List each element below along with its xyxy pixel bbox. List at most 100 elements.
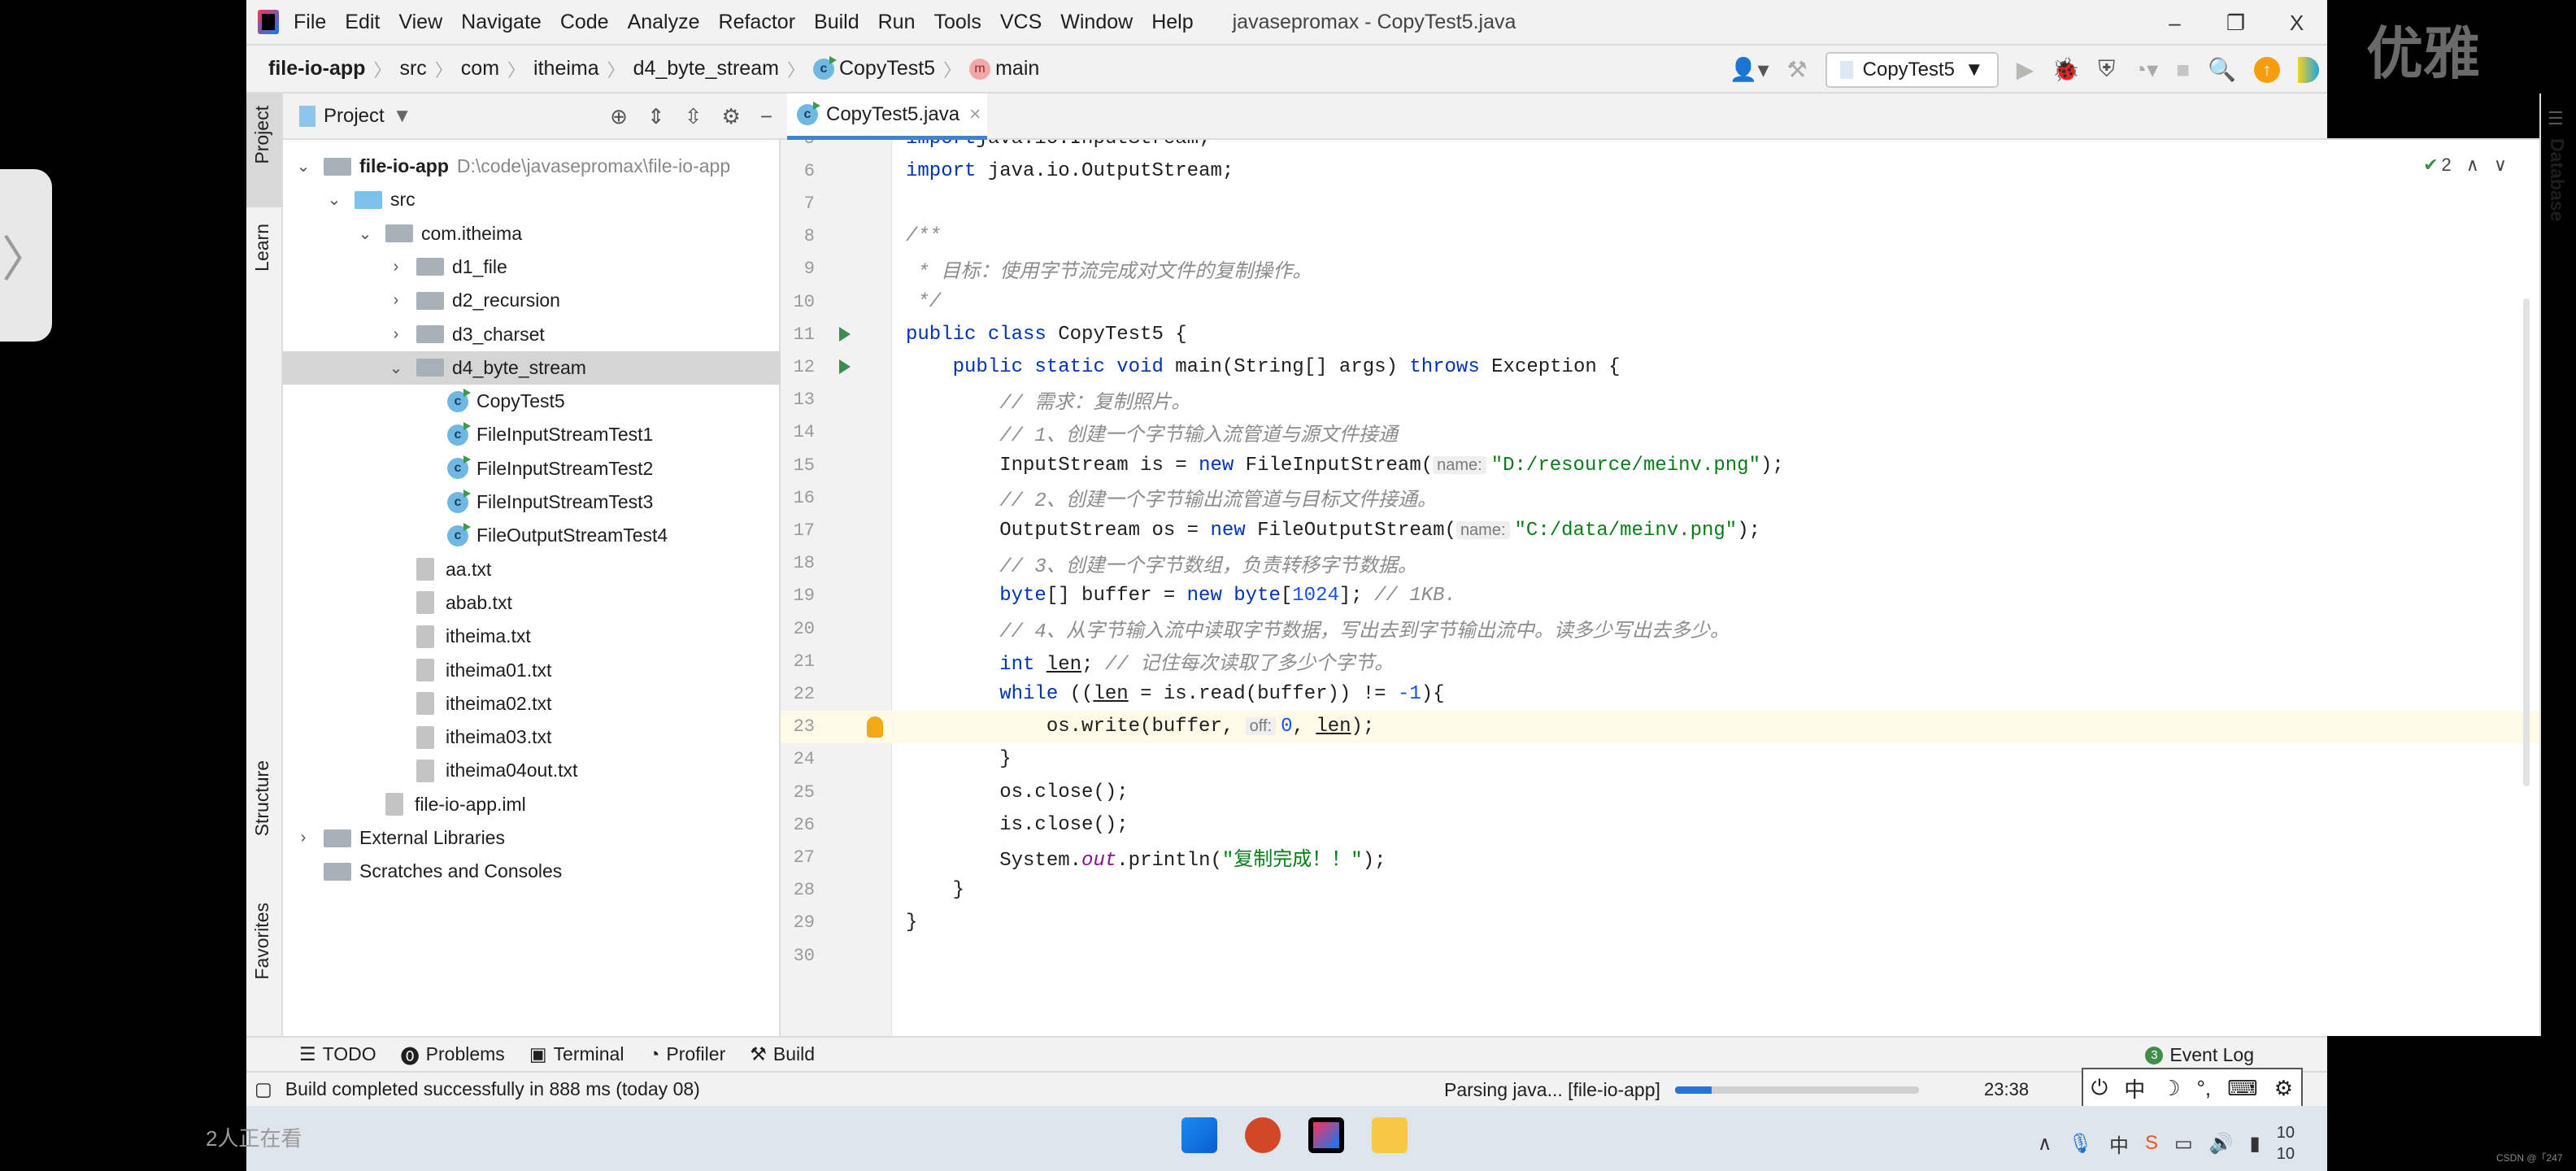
menu-run[interactable]: Run xyxy=(878,11,916,34)
tree-item[interactable]: abab.txt xyxy=(283,586,781,620)
line-number[interactable]: 10 xyxy=(781,292,815,312)
crumb-com[interactable]: com xyxy=(461,57,499,81)
search-icon[interactable]: 🔍 xyxy=(2208,56,2236,83)
line-number[interactable]: 22 xyxy=(781,684,815,704)
lightbulb-icon[interactable] xyxy=(867,716,883,738)
code-line[interactable]: 18 // 3、创建一个字节数组，负责转移字节数据。 xyxy=(781,547,2539,580)
ime-mode[interactable]: 中 xyxy=(2124,1073,2145,1104)
line-number[interactable]: 21 xyxy=(781,651,815,672)
intellij-icon[interactable] xyxy=(1308,1117,1344,1153)
code-line[interactable]: 5 importjava.io.InputStream; xyxy=(781,140,2539,155)
tree-item[interactable]: › External Libraries xyxy=(283,821,781,855)
next-highlight-icon[interactable]: ∨ xyxy=(2494,155,2507,176)
menu-tools[interactable]: Tools xyxy=(933,11,981,34)
chevron-down-icon[interactable]: ⌄ xyxy=(325,189,343,210)
menu-window[interactable]: Window xyxy=(1060,11,1133,34)
menu-build[interactable]: Build xyxy=(814,11,859,34)
line-number[interactable]: 11 xyxy=(781,324,815,345)
line-number[interactable]: 29 xyxy=(781,912,815,933)
code-line[interactable]: 17 OutputStream os = new FileOutputStrea… xyxy=(781,514,2539,546)
code-line[interactable]: 22 while ((len = is.read(buffer)) != -1)… xyxy=(781,677,2539,710)
line-number[interactable]: 18 xyxy=(781,553,815,573)
menu-view[interactable]: View xyxy=(398,11,442,34)
line-number[interactable]: 15 xyxy=(781,455,815,476)
battery-icon[interactable]: ▮ xyxy=(2250,1132,2261,1156)
chevron-down-icon[interactable]: ⌄ xyxy=(387,358,405,378)
code-line[interactable]: 7 xyxy=(781,187,2539,220)
line-number[interactable]: 17 xyxy=(781,520,815,541)
keyboard-icon[interactable]: ⌨ xyxy=(2227,1076,2258,1101)
line-number[interactable]: 7 xyxy=(781,194,815,214)
line-number[interactable]: 6 xyxy=(781,161,815,181)
tab-copytest5[interactable]: c CopyTest5.java × xyxy=(787,94,987,140)
todo-tab[interactable]: ☰ TODO xyxy=(299,1043,376,1065)
code-line[interactable]: 8 /** xyxy=(781,220,2539,253)
expand-all-icon[interactable]: ⇕ xyxy=(647,104,665,129)
tree-item[interactable]: file-io-app.iml xyxy=(283,788,781,821)
editor-scrollbar[interactable] xyxy=(2523,298,2530,786)
menu-navigate[interactable]: Navigate xyxy=(461,11,542,34)
status-message[interactable]: Build completed successfully in 888 ms (… xyxy=(285,1078,700,1100)
code-editor[interactable]: 5importjava.io.InputStream;6import java.… xyxy=(781,140,2539,1036)
tree-item[interactable]: c CopyTest5 xyxy=(283,385,781,418)
moon-icon[interactable]: ☽ xyxy=(2161,1076,2180,1101)
stop-icon[interactable]: ■ xyxy=(2176,57,2190,83)
network-icon[interactable]: ▭ xyxy=(2174,1132,2193,1156)
line-number[interactable]: 8 xyxy=(781,226,815,246)
toolbox-icon[interactable] xyxy=(2298,56,2319,83)
background-task[interactable]: Parsing java... [file-io-app] xyxy=(1444,1073,1919,1108)
status-icon[interactable]: ▢ xyxy=(255,1078,272,1100)
menu-edit[interactable]: Edit xyxy=(345,11,380,34)
inspection-widget[interactable]: ✔ 2 ∧ ∨ xyxy=(2423,155,2507,176)
tray-chevron-icon[interactable]: ∧ xyxy=(2038,1132,2052,1156)
collapse-all-icon[interactable]: ⇳ xyxy=(685,104,703,129)
crumb-project[interactable]: file-io-app xyxy=(268,57,365,81)
coverage-icon[interactable]: ⛨ xyxy=(2098,56,2115,83)
line-number[interactable]: 19 xyxy=(781,586,815,606)
project-view-select[interactable]: Project xyxy=(324,105,385,128)
chevron-down-icon[interactable]: ⌄ xyxy=(356,224,374,244)
menu-vcs[interactable]: VCS xyxy=(1000,11,1042,34)
profiler-tab[interactable]: ◔ Profiler xyxy=(648,1043,725,1065)
gear-icon[interactable]: ⚙ xyxy=(722,104,741,129)
code-line[interactable]: 29} xyxy=(781,907,2539,939)
code-line[interactable]: 13 // 需求：复制照片。 xyxy=(781,384,2539,416)
update-icon[interactable]: ↑ xyxy=(2254,56,2280,83)
tree-item[interactable]: c FileInputStreamTest1 xyxy=(283,418,781,451)
tree-item[interactable]: itheima02.txt xyxy=(283,687,781,720)
run-icon[interactable]: ▶ xyxy=(2017,56,2034,83)
code-line[interactable]: 25 os.close(); xyxy=(781,776,2539,808)
code-line[interactable]: 24 } xyxy=(781,743,2539,776)
power-icon[interactable]: ⏻ xyxy=(2091,1075,2108,1101)
tree-item[interactable]: itheima.txt xyxy=(283,620,781,653)
chevron-right-icon[interactable]: › xyxy=(387,258,405,276)
locate-icon[interactable]: ⊕ xyxy=(610,104,628,129)
input-method-icon[interactable]: 中 xyxy=(2109,1130,2129,1158)
code-line[interactable]: 19 byte[] buffer = new byte[1024]; // 1K… xyxy=(781,580,2539,612)
menu-file[interactable]: File xyxy=(294,11,326,34)
powerpoint-icon[interactable] xyxy=(1245,1117,1281,1153)
tree-item[interactable]: itheima04out.txt xyxy=(283,754,781,787)
hide-icon[interactable]: − xyxy=(760,104,772,129)
restore-button[interactable]: ❐ xyxy=(2205,11,2266,36)
code-line[interactable]: 12 public static void main(String[] args… xyxy=(781,350,2539,383)
structure-tool-button[interactable]: Structure xyxy=(251,760,273,836)
chevron-down-icon[interactable]: ▼ xyxy=(393,105,412,128)
code-line[interactable]: 23 os.write(buffer, off: 0, len); xyxy=(781,710,2539,743)
close-button[interactable]: X xyxy=(2266,11,2327,36)
tree-item[interactable]: › d3_charset xyxy=(283,318,781,351)
line-number[interactable]: 12 xyxy=(781,357,815,377)
crumb-class[interactable]: c CopyTest5 xyxy=(812,55,935,81)
tree-item[interactable]: c FileInputStreamTest2 xyxy=(283,452,781,485)
line-number[interactable]: 25 xyxy=(781,782,815,803)
code-line[interactable]: 16 // 2、创建一个字节输出流管道与目标文件接通。 xyxy=(781,481,2539,514)
code-line[interactable]: 14 // 1、创建一个字节输入流管道与源文件接通 xyxy=(781,416,2539,449)
volume-icon[interactable]: 🔊 xyxy=(2209,1132,2234,1156)
menu-help[interactable]: Help xyxy=(1151,11,1193,34)
line-number[interactable]: 30 xyxy=(781,946,815,966)
build-hammer-icon[interactable]: ⚒ xyxy=(1787,56,1808,83)
tree-item[interactable]: › d2_recursion xyxy=(283,284,781,317)
minimize-button[interactable]: – xyxy=(2144,11,2205,36)
line-number[interactable]: 13 xyxy=(781,390,815,410)
close-tab-icon[interactable]: × xyxy=(969,103,981,126)
